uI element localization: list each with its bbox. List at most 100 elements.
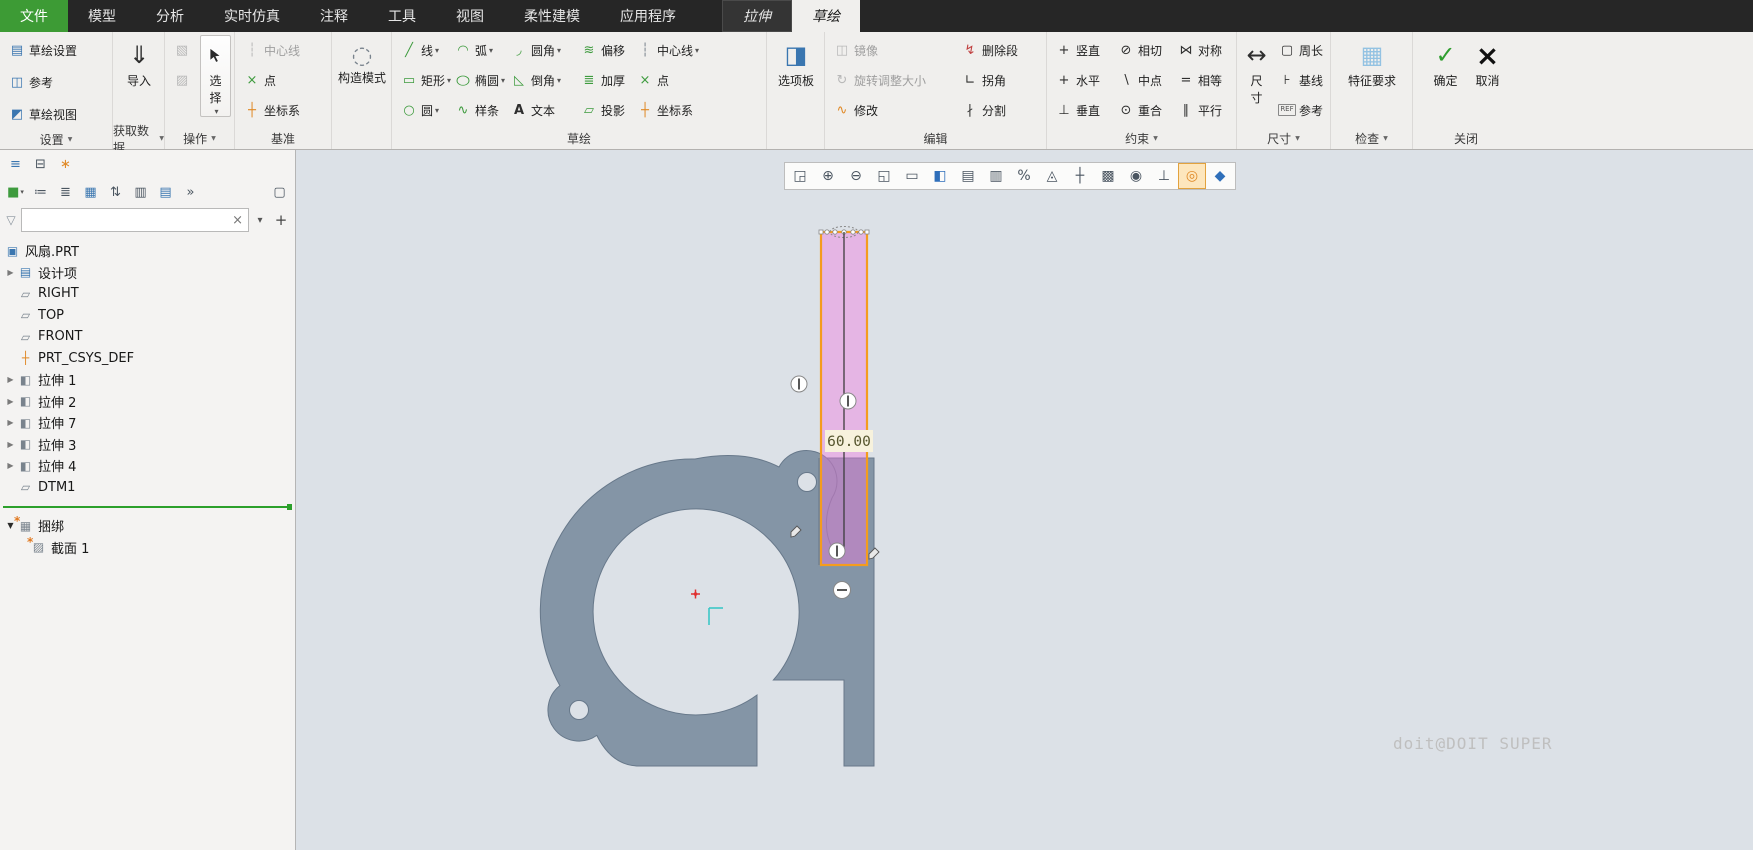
import-button[interactable]: ⇓ 导入 <box>122 35 156 90</box>
ribbon-group-label-constraints[interactable]: 约束 ▼ <box>1047 128 1236 149</box>
tree-item-section-1[interactable]: *▨ 截面 1 <box>0 537 295 559</box>
mirror-button[interactable]: ◫镜像 <box>829 35 957 65</box>
ribbon-group-label-setup[interactable]: 设置 ▼ <box>0 129 112 149</box>
menu-tab-analysis[interactable]: 分析 <box>136 0 204 32</box>
vertical-constraint-button[interactable]: +竖直 <box>1051 35 1113 65</box>
centerline-tool-button[interactable]: ┆中心线▾ <box>632 35 708 65</box>
filter-dropdown-button[interactable]: ▾ <box>252 209 268 231</box>
tree-grid-view-button[interactable]: ▦ <box>79 181 102 203</box>
tree-item-csys[interactable]: ┼ PRT_CSYS_DEF <box>0 348 295 370</box>
tree-sort-button[interactable]: ⇅ <box>104 181 127 203</box>
tree-table-button[interactable]: ▤ <box>154 181 177 203</box>
project-tool-button[interactable]: ▱投影 <box>576 95 632 125</box>
ribbon-group-label-datum[interactable]: 基准 <box>235 128 331 149</box>
symmetric-constraint-button[interactable]: ⋈对称 <box>1173 35 1231 65</box>
ribbon-group-label-dimension[interactable]: 尺寸 ▼ <box>1237 128 1330 149</box>
dropdown-icon[interactable]: ▾ <box>501 76 505 85</box>
rotate-resize-button[interactable]: ↻旋转调整大小 <box>829 65 957 95</box>
chamfer-tool-button[interactable]: ◺倒角▾ <box>506 65 576 95</box>
tangent-constraint-button[interactable]: ⊘相切 <box>1113 35 1173 65</box>
select-button[interactable]: 选择 ▾ <box>200 35 231 117</box>
dropdown-icon[interactable]: ▾ <box>557 76 561 85</box>
tree-item-part-root[interactable]: ▣ 风扇.PRT <box>0 240 295 262</box>
folder-browser-button[interactable]: ⊟ <box>29 153 52 175</box>
offset-tool-button[interactable]: ≋偏移 <box>576 35 632 65</box>
delete-segment-button[interactable]: ↯删除段 <box>957 35 1035 65</box>
expander-icon[interactable]: ▶ <box>7 440 13 449</box>
references-button[interactable]: ◫ 参考 <box>4 67 57 97</box>
tree-more-button[interactable]: » <box>179 181 202 203</box>
menu-tab-tools[interactable]: 工具 <box>368 0 436 32</box>
expander-icon[interactable]: ▶ <box>7 397 13 406</box>
tree-item-design-items[interactable]: ▶ ▤ 设计项 <box>0 262 295 284</box>
tree-list-view-button[interactable]: ≔ <box>29 181 52 203</box>
tree-item-extrude-2[interactable]: ▶ ◧ 拉伸 2 <box>0 391 295 413</box>
ribbon-group-label-edit[interactable]: 编辑 <box>825 128 1046 149</box>
ok-button[interactable]: ✓ 确定 <box>1428 35 1462 90</box>
dropdown-icon[interactable]: ▾ <box>435 106 439 115</box>
feature-requirements-button[interactable]: ▦ 特征要求 <box>1343 35 1401 90</box>
sketch-setup-button[interactable]: ▤ 草绘设置 <box>4 35 81 65</box>
expander-icon[interactable]: ▶ <box>7 375 13 384</box>
parallel-constraint-button[interactable]: ∥平行 <box>1173 95 1231 125</box>
tree-item-dtm1[interactable]: ▱ DTM1 <box>0 477 295 499</box>
equal-constraint-button[interactable]: =相等 <box>1173 65 1231 95</box>
fillet-tool-button[interactable]: ◞圆角▾ <box>506 35 576 65</box>
menu-tab-extrude[interactable]: 拉伸 <box>722 0 792 32</box>
perpendicular-constraint-button[interactable]: ⊥垂直 <box>1051 95 1113 125</box>
ribbon-group-label-sketch[interactable]: 草绘 <box>392 128 766 149</box>
graphics-area[interactable]: ◲ ⊕ ⊖ ◱ ▭ ◧ ▤ ▥ % ◬ ┼ ▩ ◉ ⊥ ◎ ◆ <box>296 150 1753 850</box>
reference-dim-button[interactable]: REF参考 <box>1274 95 1327 125</box>
csys-tool-button[interactable]: ┼坐标系 <box>632 95 708 125</box>
favorites-button[interactable]: ∗ <box>54 153 77 175</box>
datum-centerline-button[interactable]: ┆ 中心线 <box>239 35 304 65</box>
dropdown-icon[interactable]: ▾ <box>557 46 561 55</box>
expander-icon[interactable]: ▶ <box>7 461 13 470</box>
rectangle-tool-button[interactable]: ▭矩形▾ <box>396 65 450 95</box>
paste-button[interactable]: ▧ <box>169 35 198 65</box>
datum-csys-button[interactable]: ┼ 坐标系 <box>239 95 304 125</box>
tree-item-top-plane[interactable]: ▱ TOP <box>0 305 295 327</box>
expander-icon[interactable]: ▼ <box>7 521 13 530</box>
menu-tab-applications[interactable]: 应用程序 <box>600 0 696 32</box>
ribbon-group-label-get-data[interactable]: 获取数据 ▼ <box>113 128 164 149</box>
menu-tab-file[interactable]: 文件 <box>0 0 68 32</box>
tree-item-extrude-3[interactable]: ▶ ◧ 拉伸 3 <box>0 434 295 456</box>
vertical-constraint-marker[interactable] <box>840 393 856 409</box>
menu-tab-annotate[interactable]: 注释 <box>300 0 368 32</box>
midpoint-constraint-button[interactable]: ∖中点 <box>1113 65 1173 95</box>
dimension-60[interactable]: 60.00 <box>825 430 873 452</box>
dropdown-icon[interactable]: ▾ <box>214 107 218 116</box>
tree-item-extrude-7[interactable]: ▶ ◧ 拉伸 7 <box>0 412 295 434</box>
line-tool-button[interactable]: ╱线▾ <box>396 35 450 65</box>
ribbon-group-label-inspect[interactable]: 检查 ▼ <box>1331 128 1412 149</box>
thicken-tool-button[interactable]: ≣加厚 <box>576 65 632 95</box>
dropdown-icon[interactable]: ▾ <box>489 46 493 55</box>
tree-settings-button[interactable]: ▢ <box>268 181 291 203</box>
tree-detail-view-button[interactable]: ≣ <box>54 181 77 203</box>
corner-button[interactable]: ∟拐角 <box>957 65 1035 95</box>
ribbon-group-label-operations[interactable]: 操作 ▼ <box>165 128 234 149</box>
baseline-button[interactable]: ⊦基线 <box>1274 65 1327 95</box>
tree-scope-button[interactable]: ■▾ <box>4 181 27 203</box>
arc-tool-button[interactable]: ◠弧▾ <box>450 35 506 65</box>
menu-tab-view[interactable]: 视图 <box>436 0 504 32</box>
tree-item-extrude-4[interactable]: ▶ ◧ 拉伸 4 <box>0 455 295 477</box>
copy-button[interactable]: ▨ <box>169 65 198 95</box>
divide-button[interactable]: ∤分割 <box>957 95 1035 125</box>
circle-tool-button[interactable]: ○圆▾ <box>396 95 450 125</box>
menu-tab-model[interactable]: 模型 <box>68 0 136 32</box>
insert-here-locator[interactable] <box>3 506 292 508</box>
tree-item-extrude-1[interactable]: ▶ ◧ 拉伸 1 <box>0 369 295 391</box>
tree-item-front-plane[interactable]: ▱ FRONT <box>0 326 295 348</box>
menu-tab-sketch[interactable]: 草绘 <box>792 0 860 32</box>
coincident-constraint-button[interactable]: ⊙重合 <box>1113 95 1173 125</box>
modify-button[interactable]: ∿修改 <box>829 95 957 125</box>
perimeter-button[interactable]: ▢周长 <box>1274 35 1327 65</box>
dropdown-icon[interactable]: ▾ <box>695 46 699 55</box>
expander-icon[interactable]: ▶ <box>7 418 13 427</box>
horizontal-constraint-button[interactable]: +水平 <box>1051 65 1113 95</box>
vertical-constraint-marker[interactable] <box>791 376 807 392</box>
spline-tool-button[interactable]: ∿样条 <box>450 95 506 125</box>
point-tool-button[interactable]: ×点 <box>632 65 708 95</box>
